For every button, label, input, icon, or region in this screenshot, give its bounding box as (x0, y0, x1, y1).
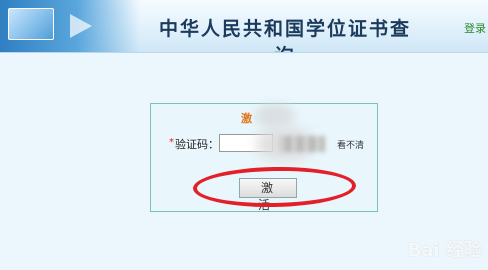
arrow-icon (70, 14, 92, 38)
activation-panel: 激 * 验证码： 看不清 激 活 (150, 103, 378, 212)
captcha-label: 验证码： (175, 138, 219, 151)
header-banner (0, 0, 140, 52)
site-title: 中华人民共和国学位证书查询 (158, 18, 411, 52)
graduation-cap-icon (8, 8, 54, 40)
login-link[interactable]: 登录 (464, 20, 486, 36)
required-mark: * (169, 137, 174, 148)
captcha-image[interactable] (279, 136, 325, 152)
panel-title: 激 (241, 112, 252, 125)
site-header: 中华人民共和国学位证书查询 登录 (0, 0, 488, 53)
activate-button[interactable]: 激 活 (239, 178, 297, 212)
refresh-captcha-link[interactable]: 看不清 (337, 138, 364, 151)
watermark-brand: Bai 经验 (407, 240, 482, 261)
redacted-area (255, 104, 295, 128)
watermark: Bai 经验 (408, 236, 482, 262)
